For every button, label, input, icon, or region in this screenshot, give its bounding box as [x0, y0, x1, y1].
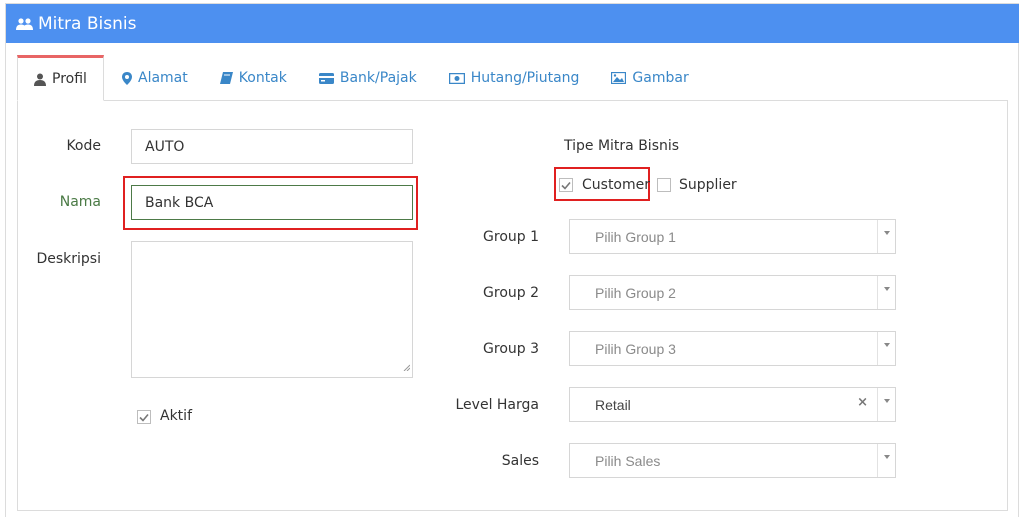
- tab-label: Bank/Pajak: [339, 70, 417, 86]
- customer-label: Customer: [582, 177, 651, 193]
- group1-label: Group 1: [483, 229, 539, 245]
- chevron-down-icon[interactable]: [884, 287, 890, 291]
- user-icon: [34, 73, 46, 86]
- level-harga-value: Retail: [595, 396, 631, 413]
- sales-placeholder: Pilih Sales: [595, 452, 661, 469]
- page-header: Mitra Bisnis: [6, 4, 1019, 43]
- check-icon: [139, 413, 149, 422]
- tab-label: Profil: [52, 71, 87, 87]
- money-icon: [448, 72, 465, 84]
- tab-bar: Profil Alamat Kontak Bank/Pajak Hutang/P…: [17, 55, 705, 101]
- check-icon: [561, 181, 571, 190]
- tab-profil[interactable]: Profil: [17, 55, 104, 101]
- group3-label: Group 3: [483, 341, 539, 357]
- chevron-down-icon[interactable]: [884, 455, 890, 459]
- select-separator: [877, 276, 878, 309]
- clear-icon[interactable]: ×: [857, 395, 868, 410]
- tab-label: Hutang/Piutang: [470, 70, 580, 86]
- customer-checkbox[interactable]: [559, 178, 573, 192]
- nama-label: Nama: [59, 194, 101, 210]
- tab-alamat[interactable]: Alamat: [104, 55, 204, 101]
- resize-handle-icon[interactable]: [403, 359, 411, 375]
- select-separator: [877, 388, 878, 421]
- supplier-label: Supplier: [679, 177, 737, 193]
- group2-placeholder: Pilih Group 2: [595, 284, 676, 301]
- tab-label: Alamat: [138, 70, 188, 86]
- kode-label: Kode: [66, 138, 101, 154]
- sales-select[interactable]: Pilih Sales: [569, 443, 896, 478]
- group3-select[interactable]: Pilih Group 3: [569, 331, 896, 366]
- select-separator: [877, 332, 878, 365]
- page-title: Mitra Bisnis: [38, 13, 137, 34]
- chevron-down-icon[interactable]: [884, 399, 890, 403]
- aktif-label: Aktif: [160, 408, 192, 424]
- tab-hutang-piutang[interactable]: Hutang/Piutang: [433, 55, 596, 101]
- level-harga-select[interactable]: Retail ×: [569, 387, 896, 422]
- image-icon: [611, 72, 627, 84]
- tipe-mitra-label: Tipe Mitra Bisnis: [564, 138, 680, 154]
- level-harga-label: Level Harga: [455, 397, 540, 413]
- deskripsi-textarea[interactable]: [131, 241, 413, 378]
- tab-label: Gambar: [632, 70, 689, 86]
- select-separator: [877, 220, 878, 253]
- aktif-checkbox[interactable]: [137, 410, 151, 424]
- group3-placeholder: Pilih Group 3: [595, 340, 676, 357]
- sales-label: Sales: [501, 453, 539, 469]
- select-separator: [877, 444, 878, 477]
- chevron-down-icon[interactable]: [884, 343, 890, 347]
- map-marker-icon: [122, 71, 132, 85]
- kode-input[interactable]: AUTO: [131, 129, 413, 164]
- group1-placeholder: Pilih Group 1: [595, 228, 676, 245]
- chevron-down-icon[interactable]: [884, 231, 890, 235]
- tab-gambar[interactable]: Gambar: [595, 55, 704, 101]
- tab-label: Kontak: [238, 70, 287, 86]
- credit-card-icon: [318, 72, 334, 84]
- book-icon: [219, 72, 233, 84]
- group1-select[interactable]: Pilih Group 1: [569, 219, 896, 254]
- deskripsi-label: Deskripsi: [36, 251, 101, 267]
- users-icon: [16, 16, 34, 32]
- group2-label: Group 2: [483, 285, 539, 301]
- tab-kontak[interactable]: Kontak: [204, 55, 303, 101]
- nama-input[interactable]: Bank BCA: [131, 185, 413, 220]
- tab-bank-pajak[interactable]: Bank/Pajak: [303, 55, 433, 101]
- supplier-checkbox[interactable]: [657, 178, 671, 192]
- group2-select[interactable]: Pilih Group 2: [569, 275, 896, 310]
